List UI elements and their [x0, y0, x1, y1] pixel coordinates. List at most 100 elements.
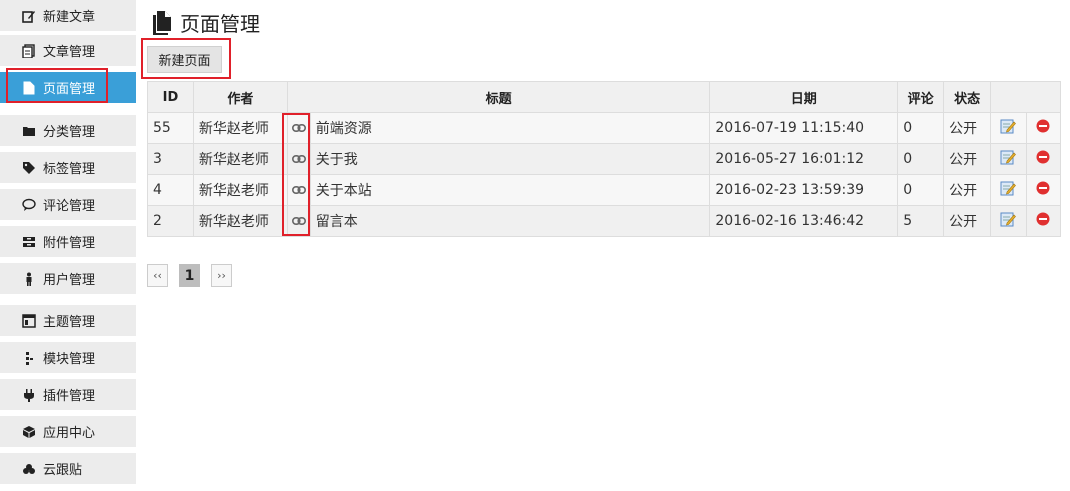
sidebar-item-label: 应用中心	[43, 426, 96, 441]
cell-title[interactable]: 关于本站	[309, 174, 711, 206]
user-icon	[22, 272, 36, 286]
link-icon[interactable]	[291, 182, 306, 198]
new-page-button[interactable]: 新建页面	[147, 46, 222, 73]
view-link-cell	[286, 143, 311, 175]
file-icon	[152, 10, 172, 35]
tag-icon	[22, 161, 36, 175]
delete-icon[interactable]	[1036, 150, 1050, 168]
sidebar-item-tag-manage[interactable]: 标签管理	[0, 152, 136, 183]
column-header-date[interactable]: 日期	[709, 81, 899, 113]
sidebar-item-label: 模块管理	[43, 352, 96, 367]
cell-id: 2	[147, 205, 194, 237]
edit-icon[interactable]	[1000, 212, 1017, 231]
edit-icon	[22, 9, 36, 23]
pagination: ‹‹ 1 ››	[147, 264, 243, 287]
sidebar-item-label: 主题管理	[43, 315, 96, 330]
edit-cell	[990, 112, 1027, 144]
prev-page-button[interactable]: ‹‹	[147, 264, 168, 287]
delete-cell	[1025, 205, 1062, 237]
sidebar-item-page-manage[interactable]: 页面管理	[0, 72, 136, 103]
sidebar-item-category-manage[interactable]: 分类管理	[0, 115, 136, 146]
sidebar-item-plugin-manage[interactable]: 插件管理	[0, 379, 136, 410]
link-icon[interactable]	[291, 151, 306, 167]
sidebar-item-user-manage[interactable]: 用户管理	[0, 263, 136, 294]
archive-icon	[22, 235, 36, 249]
delete-icon[interactable]	[1036, 119, 1050, 137]
cell-id: 4	[147, 174, 194, 206]
cell-comments: 5	[897, 205, 945, 237]
cell-date: 2016-07-19 11:15:40	[709, 112, 899, 144]
page-title: 页面管理	[180, 12, 260, 36]
column-header-actions	[990, 81, 1061, 113]
documents-icon	[22, 43, 36, 58]
column-header-comments[interactable]: 评论	[897, 81, 945, 113]
cell-comments: 0	[897, 143, 945, 175]
edit-cell	[990, 205, 1027, 237]
table-header-row: ID 作者 标题 日期 评论 状态	[147, 81, 1061, 113]
link-icon[interactable]	[291, 120, 306, 136]
sidebar-item-label: 标签管理	[43, 162, 96, 177]
sidebar-item-label: 文章管理	[43, 45, 96, 60]
sidebar-item-theme-manage[interactable]: 主题管理	[0, 305, 136, 336]
column-header-status[interactable]: 状态	[943, 81, 992, 113]
page-header: 页面管理	[152, 8, 260, 37]
sidebar-item-article-manage[interactable]: 文章管理	[0, 35, 136, 66]
sidebar-item-label: 插件管理	[43, 389, 96, 404]
edit-icon[interactable]	[1000, 119, 1017, 138]
sidebar-item-attachment-manage[interactable]: 附件管理	[0, 226, 136, 257]
sidebar-item-label: 附件管理	[43, 236, 96, 251]
cell-date: 2016-02-23 13:59:39	[709, 174, 899, 206]
column-header-author[interactable]: 作者	[192, 81, 288, 113]
sidebar-item-app-center[interactable]: 应用中心	[0, 416, 136, 447]
table-row: 4 新华赵老师 关于本站 2016-02-23 13:59:39 0 公开	[147, 174, 1062, 206]
cell-comments: 0	[897, 174, 945, 206]
sidebar-item-cloud-comments[interactable]: 云跟贴	[0, 453, 136, 484]
comment-icon	[22, 198, 36, 212]
cell-status: 公开	[943, 112, 992, 144]
cloud-icon	[22, 462, 36, 476]
cell-status: 公开	[943, 205, 992, 237]
delete-icon[interactable]	[1036, 181, 1050, 199]
current-page-button[interactable]: 1	[179, 264, 200, 287]
cell-id: 55	[147, 112, 194, 144]
link-icon[interactable]	[291, 213, 306, 229]
cell-id: 3	[147, 143, 194, 175]
cell-author: 新华赵老师	[192, 112, 288, 144]
cell-author: 新华赵老师	[192, 143, 288, 175]
sidebar-item-label: 云跟贴	[43, 463, 83, 478]
theme-icon	[22, 313, 36, 328]
delete-cell	[1025, 112, 1062, 144]
cell-comments: 0	[897, 112, 945, 144]
delete-cell	[1025, 174, 1062, 206]
column-header-id[interactable]: ID	[147, 81, 194, 113]
edit-icon[interactable]	[1000, 181, 1017, 200]
delete-cell	[1025, 143, 1062, 175]
sidebar-item-label: 页面管理	[43, 82, 96, 97]
file-icon	[22, 81, 36, 95]
edit-cell	[990, 174, 1027, 206]
cell-title[interactable]: 关于我	[309, 143, 711, 175]
cell-date: 2016-05-27 16:01:12	[709, 143, 899, 175]
module-icon	[22, 351, 36, 365]
edit-icon[interactable]	[1000, 150, 1017, 169]
cell-status: 公开	[943, 174, 992, 206]
next-page-button[interactable]: ››	[211, 264, 232, 287]
sidebar-item-module-manage[interactable]: 模块管理	[0, 342, 136, 373]
folder-icon	[22, 124, 36, 138]
sidebar-item-comment-manage[interactable]: 评论管理	[0, 189, 136, 220]
delete-icon[interactable]	[1036, 212, 1050, 230]
table-row: 3 新华赵老师 关于我 2016-05-27 16:01:12 0 公开	[147, 143, 1062, 175]
cell-title[interactable]: 留言本	[309, 205, 711, 237]
edit-cell	[990, 143, 1027, 175]
cell-author: 新华赵老师	[192, 174, 288, 206]
view-link-cell	[286, 205, 311, 237]
sidebar-item-new-article[interactable]: 新建文章	[0, 0, 136, 31]
cell-title[interactable]: 前端资源	[309, 112, 711, 144]
cell-author: 新华赵老师	[192, 205, 288, 237]
sidebar-item-label: 分类管理	[43, 125, 96, 140]
table-row: 2 新华赵老师 留言本 2016-02-16 13:46:42 5 公开	[147, 205, 1062, 237]
sidebar-item-label: 评论管理	[43, 199, 96, 214]
view-link-cell	[286, 112, 311, 144]
column-header-title[interactable]: 标题	[286, 81, 711, 113]
cell-date: 2016-02-16 13:46:42	[709, 205, 899, 237]
